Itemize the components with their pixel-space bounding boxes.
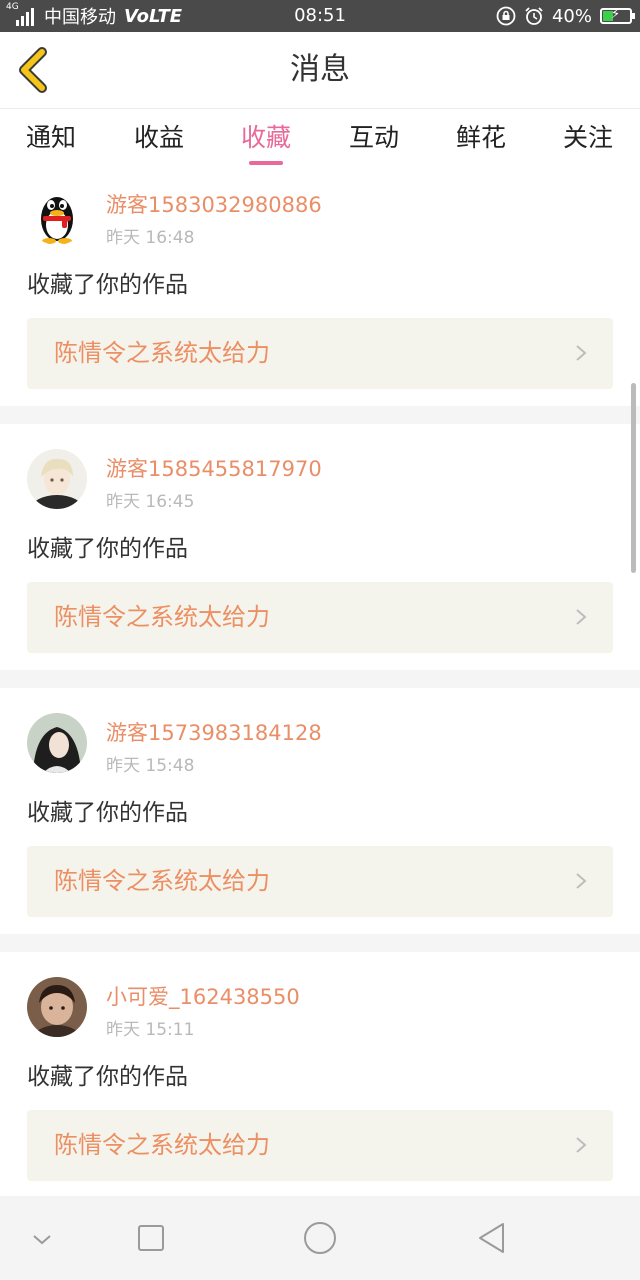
- username[interactable]: 游客1583032980886: [106, 189, 322, 219]
- list-item: 游客1585455817970 昨天 16:45 收藏了你的作品 陈情令之系统太…: [0, 424, 640, 656]
- tab-earnings[interactable]: 收益: [114, 109, 204, 167]
- tab-flowers[interactable]: 鲜花: [436, 109, 526, 167]
- back-nav-button[interactable]: [466, 1212, 518, 1264]
- username[interactable]: 游客1585455817970: [106, 453, 322, 483]
- active-tab-indicator: [249, 161, 283, 165]
- back-triangle-icon: [479, 1223, 504, 1253]
- qq-penguin-avatar[interactable]: [27, 185, 87, 245]
- tab-following[interactable]: 关注: [543, 109, 633, 167]
- timestamp: 昨天 16:48: [106, 228, 195, 248]
- work-link[interactable]: 陈情令之系统太给力: [27, 582, 613, 653]
- recent-apps-button[interactable]: [125, 1212, 177, 1264]
- action-text: 收藏了你的作品: [27, 1064, 188, 1090]
- recent-apps-square-icon: [138, 1225, 164, 1251]
- tab-interactions[interactable]: 互动: [329, 109, 419, 167]
- action-text: 收藏了你的作品: [27, 272, 188, 298]
- username[interactable]: 游客1573983184128: [106, 717, 322, 747]
- action-text: 收藏了你的作品: [27, 800, 188, 826]
- lock-rotation-icon: [496, 6, 516, 26]
- work-title: 陈情令之系统太给力: [54, 1131, 270, 1159]
- home-circle-icon: [304, 1222, 336, 1254]
- anime-boy-avatar[interactable]: [27, 449, 87, 509]
- app-header: 消息: [0, 32, 640, 109]
- scrollbar[interactable]: [631, 383, 636, 573]
- chevron-right-icon: [576, 345, 587, 361]
- home-button[interactable]: [294, 1212, 346, 1264]
- tab-notifications[interactable]: 通知: [6, 109, 96, 167]
- work-title: 陈情令之系统太给力: [54, 603, 270, 631]
- alarm-icon: [525, 7, 543, 25]
- child-photo-avatar[interactable]: [27, 977, 87, 1037]
- chevron-right-icon: [576, 873, 587, 889]
- username[interactable]: 小可爱_162438550: [106, 981, 300, 1011]
- timestamp: 昨天 15:11: [106, 1020, 195, 1040]
- status-bar: 4G 中国移动 VoLTE 08:51 40% ⚡: [0, 0, 640, 32]
- page-title: 消息: [290, 52, 350, 87]
- list-item: 小可爱_162438550 昨天 15:11 收藏了你的作品 陈情令之系统太给力: [0, 952, 640, 1184]
- work-title: 陈情令之系统太给力: [54, 867, 270, 895]
- work-link[interactable]: 陈情令之系统太给力: [27, 1110, 613, 1181]
- work-link[interactable]: 陈情令之系统太给力: [27, 846, 613, 917]
- work-title: 陈情令之系统太给力: [54, 339, 270, 367]
- timestamp: 昨天 16:45: [106, 492, 195, 512]
- tab-bar: 通知 收益 收藏 互动 鲜花 关注: [0, 109, 640, 175]
- action-text: 收藏了你的作品: [27, 536, 188, 562]
- battery-icon: ⚡: [600, 7, 635, 24]
- list-item: 游客1573983184128 昨天 15:48 收藏了你的作品 陈情令之系统太…: [0, 688, 640, 920]
- collapse-button[interactable]: [16, 1212, 68, 1264]
- chevron-right-icon: [576, 1137, 587, 1153]
- card-divider: [0, 934, 640, 952]
- status-right: 40% ⚡: [496, 0, 635, 32]
- system-nav-bar: [0, 1196, 640, 1280]
- chevron-down-icon: [33, 1235, 51, 1245]
- card-divider: [0, 670, 640, 688]
- battery-percent: 40%: [551, 5, 592, 27]
- tab-favorites[interactable]: 收藏: [221, 109, 311, 167]
- timestamp: 昨天 15:48: [106, 756, 195, 776]
- chevron-right-icon: [576, 609, 587, 625]
- list-item: 游客1583032980886 昨天 16:48 收藏了你的作品 陈情令之系统太…: [0, 175, 640, 407]
- work-link[interactable]: 陈情令之系统太给力: [27, 318, 613, 389]
- girl-photo-avatar[interactable]: [27, 713, 87, 773]
- card-divider: [0, 406, 640, 424]
